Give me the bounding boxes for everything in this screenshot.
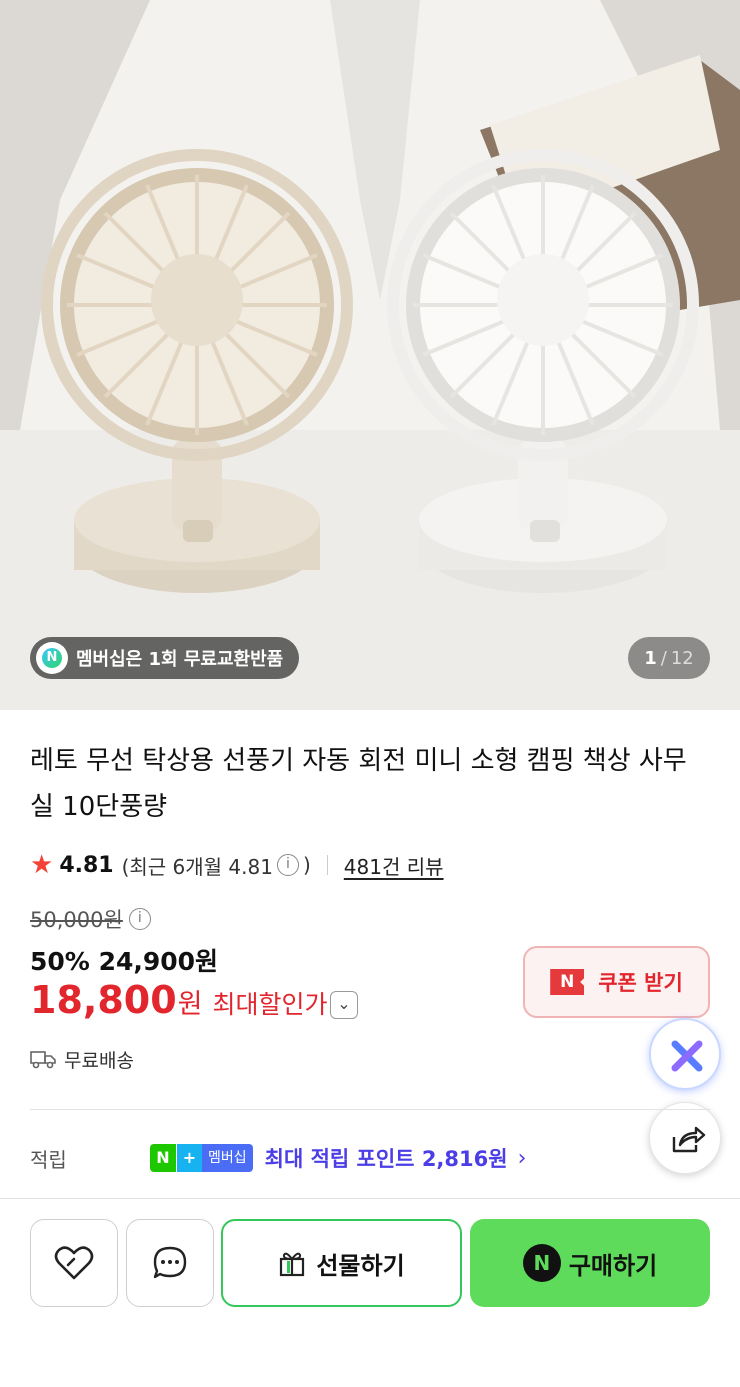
coupon-n-icon: N	[550, 969, 585, 995]
gift-button[interactable]: 선물하기	[221, 1219, 462, 1307]
points-text: 최대 적립 포인트 2,816원	[264, 1147, 508, 1171]
divider	[30, 1109, 710, 1110]
naver-pay-icon: N	[522, 1244, 561, 1282]
rating-recent-close: )	[302, 853, 311, 877]
final-price-row: 18,800 원 최대할인가	[30, 978, 328, 1030]
coupon-label: 쿠폰 받기	[598, 971, 683, 995]
image-counter-total: 12	[670, 647, 694, 669]
product-image-carousel[interactable]: N 멤버십은 1회 무료교환반품 1 / 12	[0, 0, 740, 710]
chevron-down-icon[interactable]: ⌄	[330, 991, 358, 1019]
chat-icon	[153, 1246, 187, 1279]
badge-n: N	[150, 1144, 176, 1172]
buy-label: 구매하기	[568, 1251, 658, 1280]
divider	[0, 1198, 740, 1199]
chevron-right-icon: ›	[517, 1145, 527, 1171]
final-price-unit: 원	[177, 989, 203, 1020]
discount-row: 50% 24,900원	[30, 942, 218, 978]
gift-label: 선물하기	[316, 1251, 405, 1280]
buy-button[interactable]: N 구매하기	[470, 1219, 710, 1307]
naver-plus-membership-badge: N + 멤버십	[150, 1144, 253, 1172]
gift-icon	[280, 1252, 305, 1277]
divider	[326, 855, 328, 875]
shipping-row: 무료배송	[30, 1043, 134, 1075]
rating-row: ★ 4.81 (최근 6개월 4.81 i ) 481건 리뷰	[30, 845, 444, 885]
heart-icon	[54, 1246, 94, 1280]
naver-membership-icon: N	[36, 642, 68, 674]
image-counter: 1 / 12	[628, 637, 710, 679]
points-row[interactable]: 적립 N + 멤버십 최대 적립 포인트 2,816원 ›	[30, 1138, 710, 1178]
membership-badge-text: 멤버십은 1회 무료교환반품	[76, 649, 284, 670]
price-info-icon[interactable]: i	[128, 908, 151, 930]
ai-assistant-button[interactable]	[649, 1018, 721, 1090]
original-price: 50,000원	[30, 908, 123, 932]
rating-score: 4.81	[59, 852, 114, 878]
final-price: 18,800	[30, 978, 177, 1022]
membership-badge[interactable]: N 멤버십은 1회 무료교환반품	[30, 637, 300, 679]
discount-price: 24,900원	[98, 947, 219, 976]
original-price-row: 50,000원 i	[30, 902, 155, 936]
wishlist-button[interactable]	[30, 1219, 118, 1307]
product-photo	[0, 0, 740, 710]
max-discount-label: 최대할인가	[212, 990, 328, 1019]
rating-recent: (최근 6개월 4.81	[121, 854, 273, 879]
talk-button[interactable]	[126, 1219, 214, 1307]
truck-icon	[30, 1051, 56, 1069]
review-count-link[interactable]: 481건 리뷰	[344, 851, 444, 880]
bottom-action-bar: 선물하기 N 구매하기	[30, 1219, 710, 1307]
points-label: 적립	[30, 1147, 67, 1172]
coupon-button[interactable]: N 쿠폰 받기	[523, 946, 710, 1018]
info-icon[interactable]: i	[276, 854, 299, 876]
product-title: 레토 무선 탁상용 선풍기 자동 회전 미니 소형 캠핑 책상 사무실 10단풍…	[30, 746, 687, 822]
badge-membership: 멤버십	[202, 1144, 253, 1172]
discount-rate: 50%	[30, 947, 90, 976]
image-counter-current: 1	[644, 647, 657, 669]
shipping-text: 무료배송	[64, 1049, 134, 1072]
image-counter-sep: /	[660, 647, 667, 669]
badge-plus: +	[176, 1144, 202, 1172]
ai-assistant-icon	[671, 1040, 703, 1072]
star-icon: ★	[30, 850, 54, 880]
